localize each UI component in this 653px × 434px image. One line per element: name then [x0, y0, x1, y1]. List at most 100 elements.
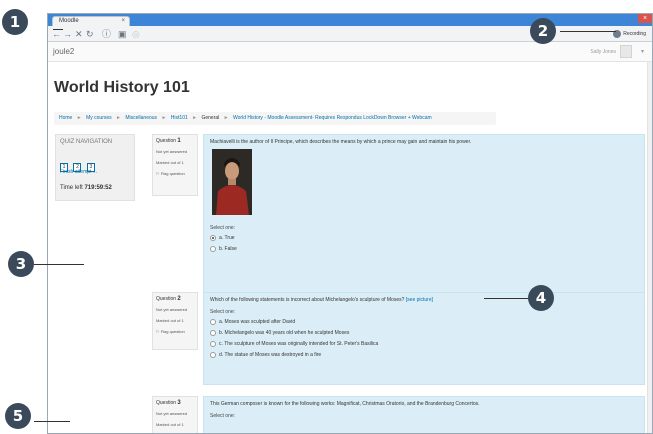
question-number: Question 3	[156, 400, 194, 406]
avatar[interactable]	[620, 45, 632, 58]
question-label: Question	[156, 400, 177, 406]
question-label: Question	[156, 138, 177, 144]
answer-option-label: a. True	[219, 235, 235, 241]
answer-option-label: d. The statue of Moses was destroyed in …	[219, 352, 322, 358]
breadcrumb-separator: ►	[192, 115, 198, 121]
callout-marker: 3	[8, 251, 34, 277]
breadcrumb-separator: ►	[116, 115, 121, 121]
reload-icon[interactable]: ↻	[86, 28, 94, 40]
see-picture-link[interactable]: [see picture]	[406, 297, 433, 303]
question-info: Question 3 Not yet answered Marked out o…	[152, 396, 198, 433]
tutorial-stage: Moodle × × ← → ✕ ↻ ⓘ ▣ ◎ Recording joule…	[0, 0, 653, 434]
question-content: Machiavelli is the author of Il Principe…	[203, 134, 645, 294]
user-menu-caret-icon[interactable]: ▾	[641, 48, 644, 55]
select-one-label: Select one:	[210, 309, 236, 315]
tab-close-icon[interactable]: ×	[121, 17, 125, 26]
question-number-value: 3	[177, 400, 181, 406]
breadcrumb-home[interactable]: Home	[59, 115, 72, 121]
flag-question-button[interactable]: ⚐ Flag question	[156, 171, 194, 176]
question-info: Question 2 Not yet answered Marked out o…	[152, 292, 198, 350]
answer-option[interactable]: b. False	[210, 246, 638, 252]
site-name[interactable]: joule2	[53, 47, 74, 56]
recording-indicator[interactable]: Recording	[612, 29, 646, 39]
breadcrumb-separator: ►	[161, 115, 167, 121]
breadcrumb-course[interactable]: Hist101	[171, 115, 188, 121]
answer-option-label: c. The sculpture of Moses was originally…	[219, 341, 379, 347]
answer-option[interactable]: d. The statue of Moses was destroyed in …	[210, 352, 638, 358]
question-status: Not yet answered	[156, 149, 188, 154]
browser-toolbar: ← → ✕ ↻ ⓘ ▣ ◎ Recording	[48, 26, 652, 42]
answer-option[interactable]: a. True	[210, 235, 638, 241]
breadcrumb-quiz[interactable]: World History - Moodle Assessment- Requi…	[233, 115, 432, 121]
callout-line	[484, 298, 532, 299]
question-content: This German composer is known for the fo…	[203, 396, 645, 433]
answer-option-label: b. False	[219, 246, 237, 252]
question-number-value: 2	[177, 296, 181, 302]
quiz-navigation-block: QUIZ NAVIGATION 1 2 3 Finish attempt ...…	[55, 134, 135, 201]
radio-icon[interactable]	[210, 319, 216, 325]
time-left-label: Time left	[60, 185, 83, 191]
callout-line	[34, 264, 84, 265]
camera-icon[interactable]: ◎	[132, 28, 140, 40]
question-status: Not yet answered	[156, 411, 188, 416]
question-label: Question	[156, 296, 177, 302]
question-text: Machiavelli is the author of Il Principe…	[210, 139, 472, 145]
time-left: Time left 719:59:52	[60, 185, 112, 191]
answer-option-label: a. Moses was sculpted after David	[219, 319, 296, 325]
radio-icon[interactable]	[210, 341, 216, 347]
breadcrumb-miscellaneous[interactable]: Miscellaneous	[125, 115, 157, 121]
breadcrumb-my-courses[interactable]: My courses	[86, 115, 112, 121]
question-number: Question 2	[156, 296, 194, 302]
tab-title: Moodle	[59, 18, 79, 24]
answer-option[interactable]: b. Michelangelo was 40 years old when he…	[210, 330, 638, 336]
question-status: Not yet answered	[156, 307, 188, 312]
question-number: Question 1	[156, 138, 194, 144]
page-title: World History 101	[54, 79, 190, 96]
select-one-label: Select one:	[210, 413, 236, 419]
moodle-header: joule2 Sally Jones ▾	[48, 42, 652, 62]
page-scrollbar[interactable]	[647, 62, 652, 433]
question-marks: Marked out of 1	[156, 422, 184, 427]
callout-marker: 4	[528, 285, 554, 311]
stop-icon[interactable]: ✕	[75, 28, 83, 40]
flag-question-label: Flag question	[160, 329, 185, 334]
question-text: Which of the following statements is inc…	[210, 297, 638, 303]
page-icon[interactable]: ▣	[118, 28, 127, 40]
browser-tab[interactable]: Moodle ×	[52, 16, 130, 26]
flag-question-button[interactable]: ⚐ Flag question	[156, 329, 194, 334]
callout-marker: 5	[5, 403, 31, 429]
question-text: This German composer is known for the fo…	[210, 401, 480, 407]
info-icon[interactable]: ⓘ	[102, 28, 111, 40]
radio-icon[interactable]	[210, 352, 216, 358]
callout-line	[34, 421, 70, 422]
finish-attempt-link[interactable]: Finish attempt ...	[60, 169, 97, 175]
radio-icon[interactable]	[210, 330, 216, 336]
flag-icon: ⚐	[156, 329, 160, 334]
browser-window: Moodle × × ← → ✕ ↻ ⓘ ▣ ◎ Recording joule…	[47, 13, 653, 434]
answer-option[interactable]: a. Moses was sculpted after David	[210, 319, 638, 325]
callout-marker: 2	[530, 18, 556, 44]
question-info: Question 1 Not yet answered Marked out o…	[152, 134, 198, 196]
user-name[interactable]: Sally Jones	[590, 49, 616, 55]
breadcrumb-section: General	[201, 115, 220, 121]
question-marks: Marked out of 1	[156, 318, 184, 323]
breadcrumb-separator: ►	[223, 115, 229, 121]
breadcrumb-separator: ►	[76, 115, 82, 121]
forward-icon[interactable]: →	[63, 28, 72, 40]
breadcrumb: Home ► My courses ► Miscellaneous ► Hist…	[54, 112, 496, 125]
quiz-navigation-title: QUIZ NAVIGATION	[60, 139, 113, 145]
recording-label: Recording	[623, 31, 646, 37]
time-left-value: 719:59:52	[84, 185, 112, 191]
callout-line	[560, 31, 616, 32]
radio-icon[interactable]	[210, 246, 216, 252]
question-text-body: Which of the following statements is inc…	[210, 297, 405, 303]
flag-question-label: Flag question	[160, 171, 185, 176]
question-content: Which of the following statements is inc…	[203, 292, 645, 385]
answer-option[interactable]: c. The sculpture of Moses was originally…	[210, 341, 638, 347]
callout-line	[53, 29, 63, 30]
answer-option-label: b. Michelangelo was 40 years old when he…	[219, 330, 350, 336]
portrait-image	[212, 149, 252, 215]
question-marks: Marked out of 1	[156, 160, 184, 165]
window-close-button[interactable]: ×	[638, 14, 652, 23]
radio-selected-icon[interactable]	[210, 235, 216, 241]
